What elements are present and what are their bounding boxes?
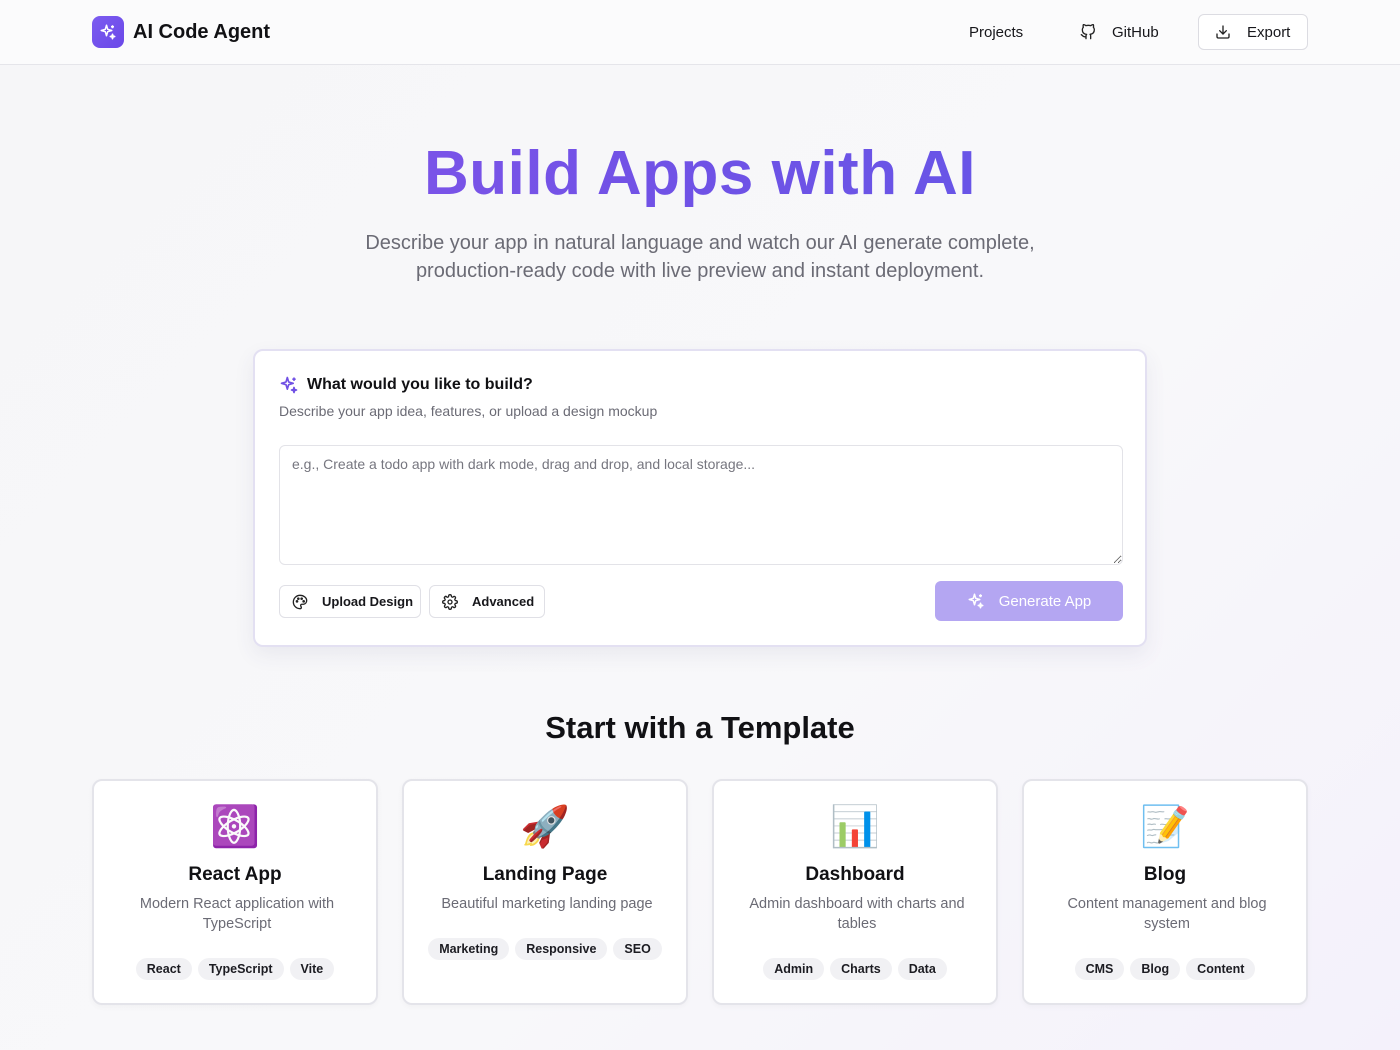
sparkles-icon — [92, 16, 124, 48]
projects-link[interactable]: Projects — [952, 14, 1040, 50]
template-tag: CMS — [1074, 958, 1125, 980]
memo-icon: 📝 — [1140, 805, 1190, 849]
hero-subtitle: Describe your app in natural language an… — [300, 229, 1100, 285]
template-card-landing-page[interactable]: 🚀 Landing Page Beautiful marketing landi… — [402, 779, 688, 1005]
upload-design-label: Upload Design — [322, 594, 414, 609]
template-card-react-app[interactable]: ⚛️ React App Modern React application wi… — [92, 779, 378, 1005]
template-tags: Admin Charts Data — [714, 958, 996, 980]
sparkles-icon — [968, 593, 984, 609]
bar-chart-icon: 📊 — [830, 805, 880, 849]
template-description: Admin dashboard with charts and tables — [749, 896, 965, 932]
sparkles-icon — [280, 376, 298, 394]
prompt-card: What would you like to build? Describe y… — [253, 349, 1147, 647]
template-name: Dashboard — [805, 864, 905, 885]
template-name: React App — [188, 864, 282, 885]
prompt-card-title: What would you like to build? — [307, 376, 533, 393]
export-label: Export — [1247, 23, 1291, 41]
export-button[interactable]: Export — [1198, 14, 1308, 50]
template-tag: Vite — [289, 958, 335, 980]
template-description: Modern React application with TypeScript — [139, 896, 335, 932]
prompt-card-header: What would you like to build? — [279, 375, 533, 395]
template-tag: SEO — [613, 938, 662, 960]
advanced-settings-button[interactable]: Advanced — [429, 585, 545, 618]
template-tags: Marketing Responsive SEO — [404, 938, 686, 960]
github-icon — [1080, 24, 1095, 40]
template-tag: Data — [897, 958, 947, 980]
brand[interactable]: AI Code Agent — [92, 16, 270, 48]
template-tag: React — [135, 958, 192, 980]
template-name: Blog — [1143, 864, 1187, 885]
template-name: Landing Page — [482, 864, 608, 885]
app-description-input[interactable] — [279, 445, 1123, 565]
template-description: Beautiful marketing landing page — [441, 896, 653, 912]
palette-icon — [292, 594, 308, 609]
hero-title: Build Apps with AI — [0, 138, 1400, 209]
template-card-blog[interactable]: 📝 Blog Content management and blog syste… — [1022, 779, 1308, 1005]
template-tag: TypeScript — [197, 958, 284, 980]
top-navbar: AI Code Agent Projects GitHub Export — [0, 0, 1400, 65]
template-tag: Responsive — [515, 938, 608, 960]
download-icon — [1216, 25, 1230, 39]
github-link[interactable]: GitHub — [1070, 14, 1169, 50]
template-tag: Marketing — [428, 938, 510, 960]
templates-heading: Start with a Template — [545, 710, 855, 745]
generate-app-label: Generate App — [998, 592, 1092, 610]
github-label: GitHub — [1112, 23, 1159, 41]
template-tag: Charts — [830, 958, 892, 980]
rocket-icon: 🚀 — [520, 805, 570, 849]
app-name: AI Code Agent — [133, 20, 271, 43]
template-tag: Admin — [763, 958, 825, 980]
advanced-label: Advanced — [472, 594, 535, 609]
template-tag: Blog — [1130, 958, 1181, 980]
template-tag: Content — [1186, 958, 1256, 980]
gear-icon — [442, 593, 458, 610]
template-tags: CMS Blog Content — [1024, 958, 1306, 980]
hero-subtitle-line-2: production-ready code with live preview … — [415, 260, 985, 282]
template-card-dashboard[interactable]: 📊 Dashboard Admin dashboard with charts … — [712, 779, 998, 1005]
upload-design-button[interactable]: Upload Design — [279, 585, 421, 618]
prompt-card-description: Describe your app idea, features, or upl… — [279, 403, 658, 419]
template-tags: React TypeScript Vite — [94, 958, 376, 980]
generate-app-button[interactable]: Generate App — [935, 581, 1123, 621]
template-description: Content management and blog system — [1067, 896, 1267, 932]
atom-icon: ⚛️ — [210, 805, 260, 849]
hero-subtitle-line-1: Describe your app in natural language an… — [365, 232, 1035, 254]
